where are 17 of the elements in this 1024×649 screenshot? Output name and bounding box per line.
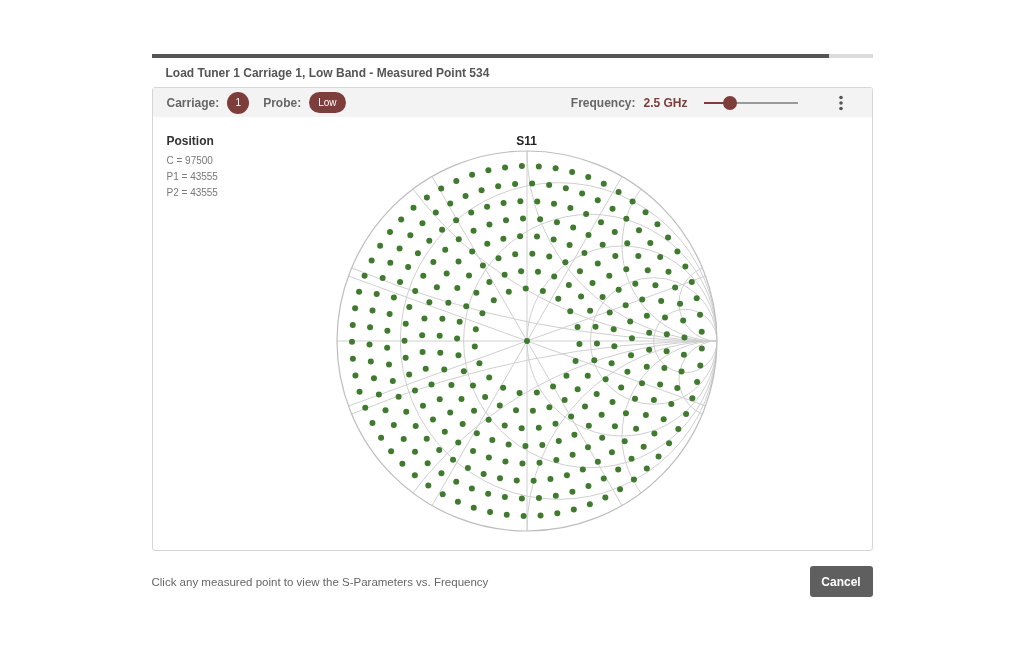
carriage-label: Carriage: [166,95,220,110]
frequency-value: 2.5 GHz [643,95,688,110]
probe-badge[interactable]: Low [309,92,346,113]
dialog-title: Load Tuner 1 Carriage 1, Low Band - Measured Point 534 [164,65,491,82]
position-value: P2 = 43555 [166,186,219,200]
slider-thumb[interactable] [722,95,737,110]
position-value: C = 97500 [166,154,214,168]
footer-hint: Click any measured point to view the S-Parameters vs. Frequency [151,575,489,588]
position-value: P1 = 43555 [166,170,219,184]
chart-title: S11 [516,134,537,148]
probe-label: Probe: [263,95,302,110]
carriage-badge[interactable]: 1 [227,91,250,114]
more-options-icon[interactable] [837,94,844,111]
position-heading: Position [166,134,215,148]
frequency-label: Frequency: [570,95,636,110]
smith-chart-drawing[interactable] [335,150,718,532]
cancel-button[interactable]: Cancel [809,566,873,597]
